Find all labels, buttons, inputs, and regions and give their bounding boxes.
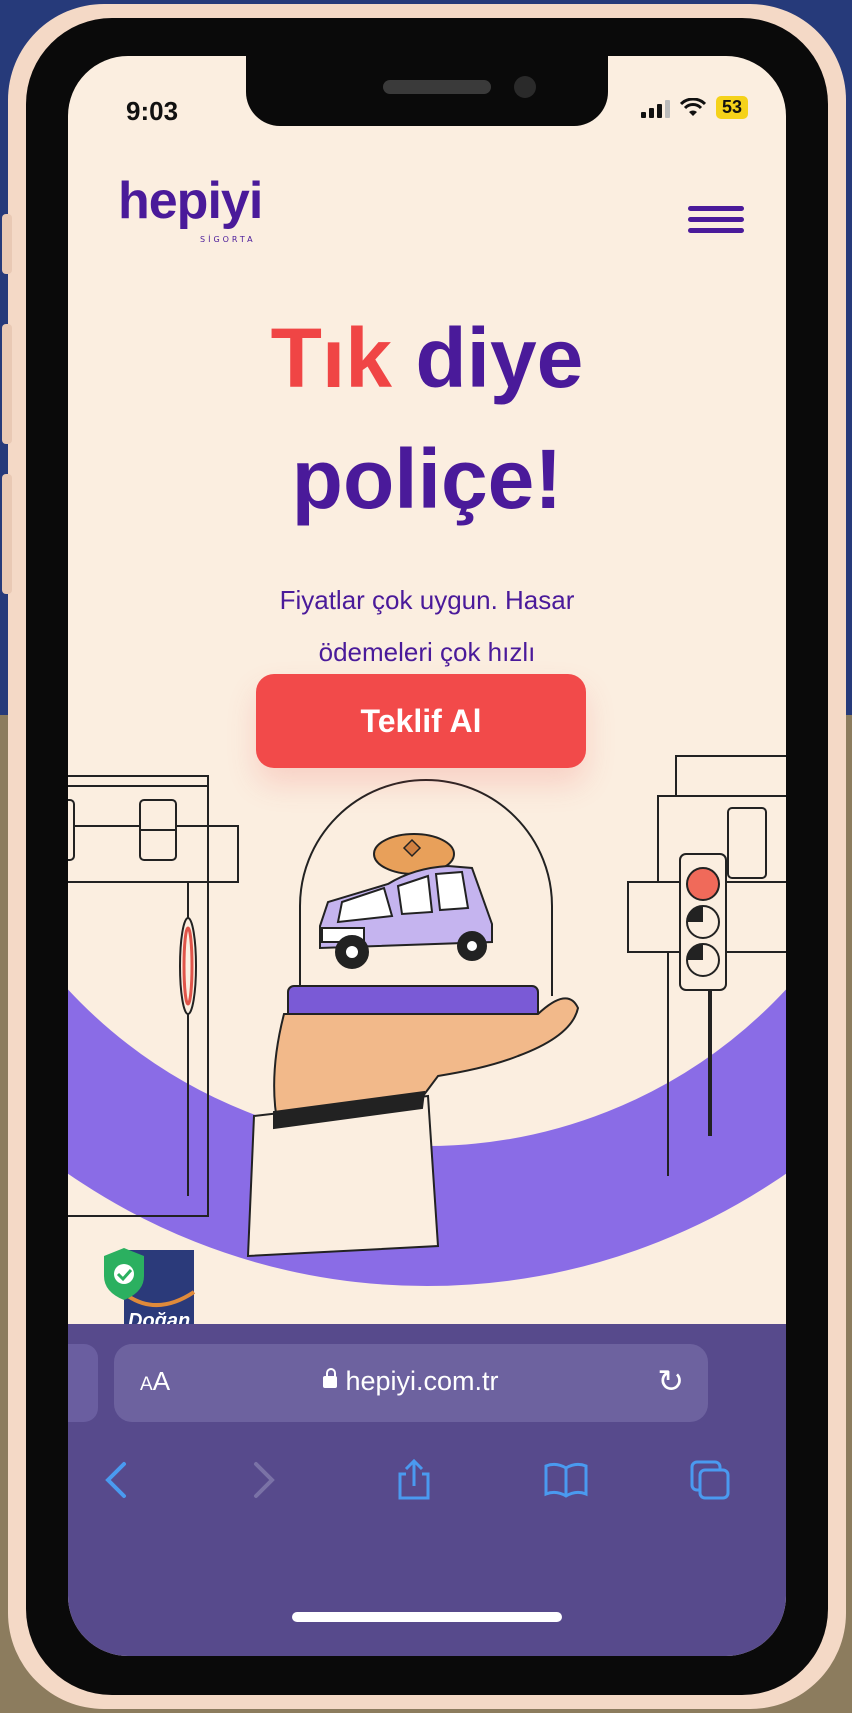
volume-up-button [2,324,12,444]
bookmarks-button[interactable] [536,1450,596,1510]
share-button[interactable] [384,1450,444,1510]
url-text: hepiyi.com.tr [345,1366,499,1396]
hero-title-word: diye [415,311,584,405]
status-time: 9:03 [126,96,179,126]
phone-screen: 9:03 53 hepiyi SİGORTA Tık diye poliçe! … [68,56,786,1656]
hero-title-line2: poliçe! [291,432,563,526]
phone-frame: 9:03 53 hepiyi SİGORTA Tık diye poliçe! … [26,18,828,1695]
logo-text: hepiyi [118,172,263,230]
road-sign [179,917,197,1015]
lock-icon [323,1368,338,1388]
status-icons: 53 [640,96,748,119]
home-indicator[interactable] [292,1612,562,1622]
share-icon [398,1458,430,1500]
forward-button[interactable] [234,1450,294,1510]
tabs-icon [690,1460,730,1500]
side-button [2,214,12,274]
logo-tagline: SİGORTA [200,235,256,244]
back-button[interactable] [86,1450,146,1510]
hero-subtitle-line1: Fiyatlar çok uygun. Hasar [279,585,575,615]
reload-icon[interactable]: ↻ [657,1362,684,1400]
hamburger-menu-icon[interactable] [688,206,744,239]
get-quote-button[interactable]: Teklif Al [256,674,586,768]
bookmarks-icon [544,1462,588,1498]
wifi-icon [679,97,706,116]
address-bar[interactable]: AA hepiyi.com.tr ↻ [114,1344,708,1422]
previous-tab-preview[interactable] [68,1344,98,1422]
hepiyi-logo[interactable]: hepiyi SİGORTA [118,171,263,244]
volume-down-button [2,474,12,594]
phone-case: 9:03 53 hepiyi SİGORTA Tık diye poliçe! … [2,4,846,1709]
cellular-signal-icon [640,98,670,118]
hero-title-line1: Tık diye [68,316,786,400]
tabs-button[interactable] [680,1450,740,1510]
speaker [383,80,491,94]
hero-title-highlight: Tık [270,311,392,405]
front-camera [514,76,536,98]
notch [246,56,608,126]
url-display: hepiyi.com.tr [114,1366,708,1397]
hero-subtitle-line2: ödemeleri çok hızlı [318,637,536,667]
safari-toolbar [68,1450,786,1510]
hero-subtitle: Fiyatlar çok uygun. Hasar ödemeleri çok … [68,574,786,678]
back-chevron-icon [105,1462,126,1498]
safari-bottom-bar: AA hepiyi.com.tr ↻ [68,1324,786,1656]
battery-indicator: 53 [715,96,748,119]
forward-chevron-icon [254,1462,275,1498]
